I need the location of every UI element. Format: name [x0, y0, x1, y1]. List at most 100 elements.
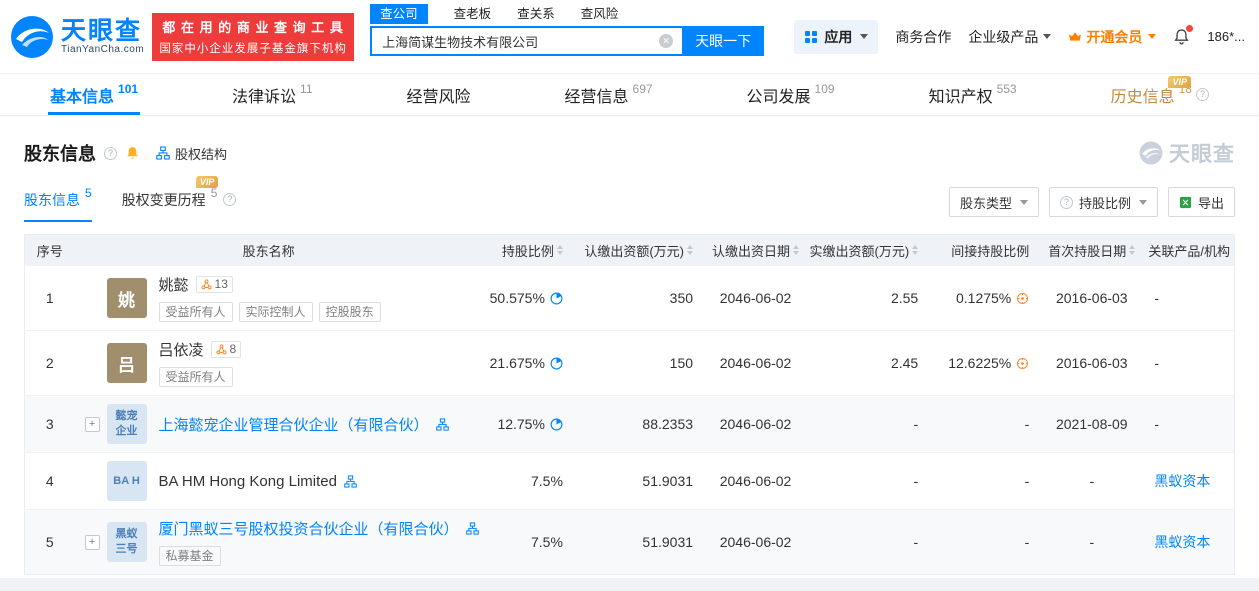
pie-chart-icon[interactable]: [550, 292, 563, 305]
watermark: 天眼查: [1139, 138, 1235, 168]
row-index-cell: 5: [25, 510, 75, 575]
equity-structure-icon[interactable]: [436, 418, 449, 431]
subscribed-amount-cell: 51.9031: [573, 453, 703, 510]
nav-open-vip[interactable]: 开通会员: [1068, 27, 1156, 47]
column-header: 认缴出资额(万元): [573, 235, 703, 266]
related-product[interactable]: 黑蚁资本: [1154, 473, 1210, 489]
subtab-count: 5: [211, 186, 218, 200]
subscribed-amount-cell: 350: [573, 266, 703, 331]
expand-button[interactable]: +: [85, 417, 100, 432]
search-row: ✕ 天眼一下: [370, 26, 764, 56]
apps-menu-button[interactable]: 应用: [794, 20, 878, 54]
main-tab-4[interactable]: 经营信息 697: [565, 74, 653, 115]
excel-export-icon: [1179, 196, 1192, 209]
first-date-cell: 2016-06-03: [1039, 331, 1144, 396]
shareholder-name[interactable]: 姚懿: [159, 274, 189, 295]
ratio-filter-dropdown[interactable]: ? 持股比例: [1049, 187, 1158, 217]
column-header-label: 持股比例: [502, 241, 554, 260]
pie-chart-icon[interactable]: [550, 357, 563, 370]
section-head: 股东信息 ? 股权结构 天眼查: [24, 138, 1235, 168]
sort-icon[interactable]: [687, 245, 693, 255]
subscribe-bell-icon[interactable]: [125, 146, 140, 161]
nav-enterprise-products[interactable]: 企业级产品: [968, 27, 1051, 47]
sort-icon[interactable]: [793, 245, 799, 255]
chevron-down-icon: [1148, 34, 1156, 39]
main-tab-6[interactable]: 知识产权553: [929, 74, 1017, 115]
ratio-value: 7.5%: [531, 534, 563, 550]
notification-bell[interactable]: [1173, 28, 1190, 46]
tab-label: 经营信息: [565, 83, 629, 107]
graph-badge[interactable]: 13: [196, 276, 233, 293]
search-tab-3[interactable]: 查关系: [517, 5, 555, 23]
tab-count: 101: [118, 82, 138, 96]
export-label: 导出: [1198, 193, 1224, 212]
main-tab-7[interactable]: 历史信息18VIP?: [1111, 74, 1209, 115]
user-phone[interactable]: 186*...: [1207, 29, 1245, 44]
related-cell: -: [1144, 331, 1234, 396]
search-button[interactable]: 天眼一下: [682, 26, 764, 56]
brand-domain: TianYanCha.com: [61, 44, 144, 55]
tab-count: 697: [633, 82, 653, 96]
shareholder-section: 股东信息 ? 股权结构 天眼查: [0, 138, 1259, 578]
shareholder-tag: 受益所有人: [159, 367, 233, 387]
shareholder-name[interactable]: 厦门黑蚁三号股权投资合伙企业（有限合伙）: [159, 518, 459, 539]
indirect-ratio-cell: 12.6225%: [928, 331, 1039, 396]
sort-icon[interactable]: [1129, 245, 1135, 255]
subtabs: 股东信息5 股权变更历程5VIP?: [24, 182, 236, 222]
sort-icon[interactable]: [557, 245, 563, 255]
shareholder-name[interactable]: 上海懿宠企业管理合伙企业（有限合伙）: [159, 414, 429, 435]
related-product: -: [1154, 355, 1159, 371]
sort-icon[interactable]: [912, 245, 918, 255]
search-tabs: 查公司 查老板 查关系 查风险: [370, 4, 764, 24]
main-tab-2[interactable]: 法律诉讼11: [232, 74, 312, 115]
pie-chart-icon[interactable]: [550, 418, 563, 431]
subtab-1[interactable]: 股东信息5: [24, 182, 92, 222]
search-tab-1[interactable]: 查公司: [370, 4, 428, 24]
equity-structure-icon[interactable]: [466, 522, 479, 535]
tab-label: 经营风险: [407, 83, 471, 107]
paid-amount-cell: -: [808, 510, 928, 575]
help-icon[interactable]: ?: [1196, 88, 1209, 101]
column-header: 间接持股比例: [928, 235, 1039, 266]
graph-count: 8: [230, 343, 237, 356]
search-input[interactable]: [370, 26, 682, 56]
column-header-label: 实缴出资额(万元): [810, 241, 910, 260]
related-product[interactable]: 黑蚁资本: [1154, 534, 1210, 550]
main-tab-5[interactable]: 公司发展109: [747, 74, 835, 115]
help-icon[interactable]: ?: [223, 193, 236, 206]
equity-structure-icon[interactable]: [344, 475, 357, 488]
indirect-ratio-value: 12.6225%: [948, 355, 1011, 371]
main-tab-1[interactable]: 基本信息101: [50, 74, 138, 115]
search-tab-2[interactable]: 查老板: [454, 5, 492, 23]
apps-grid-icon: [804, 30, 818, 44]
help-icon[interactable]: ?: [104, 147, 117, 160]
paid-amount-cell: 2.45: [808, 331, 928, 396]
page: 天眼查 TianYanCha.com 都 在 用 的 商 业 查 询 工 具 国…: [0, 0, 1259, 578]
shareholder-tag: 受益所有人: [159, 302, 233, 322]
column-header-label: 认缴出资日期: [712, 241, 790, 260]
shareholder-avatar: 懿宠 企业: [107, 404, 147, 444]
shareholder-type-dropdown[interactable]: 股东类型: [949, 187, 1039, 217]
export-button[interactable]: 导出: [1168, 187, 1235, 217]
graph-badge[interactable]: 8: [211, 341, 242, 358]
equity-structure-button[interactable]: 股权结构: [156, 144, 227, 163]
ratio-cell: 7.5%: [463, 453, 573, 510]
tab-count: 11: [300, 82, 312, 96]
search-tab-4[interactable]: 查风险: [581, 5, 619, 23]
expand-button[interactable]: +: [85, 535, 100, 550]
tianyancha-logo[interactable]: 天眼查 TianYanCha.com: [10, 15, 144, 59]
subtab-2[interactable]: 股权变更历程5VIP?: [122, 182, 237, 222]
graph-count: 13: [215, 278, 228, 291]
shareholder-name[interactable]: 吕依凌: [159, 339, 204, 360]
penetration-icon[interactable]: [1016, 357, 1029, 370]
graph-icon: [201, 279, 212, 290]
promo-banner: 都 在 用 的 商 业 查 询 工 具 国家中小企业发展子基金旗下机构: [152, 13, 354, 61]
penetration-icon[interactable]: [1016, 292, 1029, 305]
column-header: 关联产品/机构: [1144, 235, 1234, 266]
related-cell: 黑蚁资本: [1144, 453, 1234, 510]
nav-business-cooperation[interactable]: 商务合作: [895, 27, 951, 47]
watermark-text: 天眼查: [1169, 138, 1235, 168]
related-product: -: [1154, 416, 1159, 432]
table-row: 4BA HBA HM Hong Kong Limited7.5%51.90312…: [25, 453, 1235, 510]
main-tab-3[interactable]: 经营风险: [407, 74, 471, 115]
